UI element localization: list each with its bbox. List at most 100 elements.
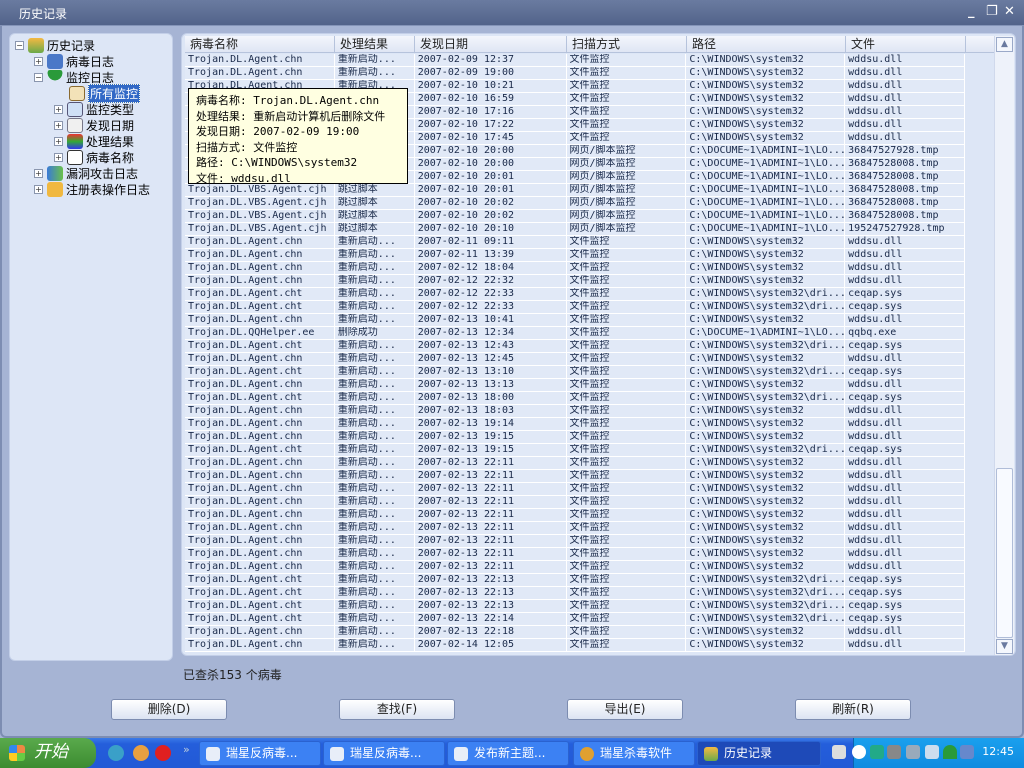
table-row[interactable]: Trojan.DL.Agent.cht 重新启动... 2007-02-13 22:…: [185, 574, 965, 587]
table-row[interactable]: Trojan.DL.Agent.cht 重新启动... 2007-02-13 12:…: [185, 340, 965, 353]
table-cell: Trojan.DL.Agent.chn: [185, 561, 335, 573]
task-ie-3[interactable]: 发布新主题...: [447, 741, 569, 766]
table-cell: 重新启动...: [335, 639, 415, 651]
tree-item-result[interactable]: + 处理结果: [54, 133, 134, 149]
network-disconnected-icon[interactable]: [887, 745, 901, 759]
tree-item-virus-name[interactable]: + 病毒名称: [54, 149, 134, 165]
keyboard-icon[interactable]: [832, 745, 846, 759]
table-row[interactable]: Trojan.DL.VBS.Agent.cjh跳过脚本2007-02-10 20…: [185, 210, 965, 223]
tree-item-registry-log[interactable]: + 注册表操作日志: [34, 181, 150, 197]
table-row[interactable]: Trojan.DL.VBS.Agent.cjh跳过脚本2007-02-10 20…: [185, 223, 965, 236]
scroll-up-icon[interactable]: ▲: [996, 37, 1013, 52]
table-row[interactable]: Trojan.DL.Agent.cht 重新启动... 2007-02-13 22:…: [185, 587, 965, 600]
start-button[interactable]: 开始: [0, 738, 96, 768]
tree-item-monitor-type[interactable]: + 监控类型: [54, 101, 134, 117]
expand-icon[interactable]: +: [54, 104, 63, 114]
vertical-scrollbar[interactable]: ▲ ▼: [994, 36, 1014, 655]
quicklaunch-app-icon[interactable]: [133, 745, 149, 761]
table-cell: 文件监控: [567, 119, 687, 131]
tree-item-virus-log[interactable]: + 病毒日志: [34, 53, 114, 69]
close-button[interactable]: ✕: [1004, 4, 1015, 19]
table-row[interactable]: Trojan.DL.QQHelper.ee 删除成功 2007-02-13 12:3…: [185, 327, 965, 340]
task-history[interactable]: 历史记录: [697, 741, 821, 766]
collapse-icon[interactable]: −: [34, 72, 43, 82]
table-cell: 文件监控: [567, 483, 687, 495]
scrollbar-thumb[interactable]: [996, 468, 1013, 638]
table-row[interactable]: Trojan.DL.Agent.cht 重新启动... 2007-02-12 22:…: [185, 288, 965, 301]
find-button[interactable]: 查找(F): [339, 699, 455, 720]
quicklaunch-more-icon[interactable]: »: [183, 743, 190, 756]
table-row[interactable]: Trojan.DL.Agent.chn 重新启动... 2007-02-12 18:…: [185, 262, 965, 275]
table-cell: 2007-02-09 19:00: [415, 67, 567, 79]
tray-expand-icon[interactable]: [852, 745, 866, 759]
tree-label: 漏洞攻击日志: [66, 166, 139, 181]
table-row[interactable]: Trojan.DL.Agent.cht 重新启动... 2007-02-13 13:…: [185, 366, 965, 379]
messenger-icon[interactable]: [925, 745, 939, 759]
table-row[interactable]: Trojan.DL.Agent.cht 重新启动... 2007-02-12 22:…: [185, 301, 965, 314]
collapse-icon[interactable]: −: [15, 40, 24, 50]
column-date[interactable]: 发现日期: [415, 36, 567, 52]
table-row[interactable]: Trojan.DL.Agent.chn 重新启动... 2007-02-13 19:…: [185, 431, 965, 444]
column-file[interactable]: 文件: [846, 36, 966, 52]
expand-icon[interactable]: +: [54, 136, 63, 146]
table-row[interactable]: Trojan.DL.Agent.chn 重新启动... 2007-02-13 22:…: [185, 483, 965, 496]
tree-item-all-monitor[interactable]: 所有监控: [69, 83, 141, 103]
table-row[interactable]: Trojan.DL.Agent.chn 重新启动... 2007-02-13 13:…: [185, 379, 965, 392]
camera-icon[interactable]: [870, 745, 884, 759]
restore-button[interactable]: ❐: [986, 4, 998, 19]
quicklaunch-flash-icon[interactable]: [155, 745, 171, 761]
table-row[interactable]: Trojan.DL.Agent.chn 重新启动... 2007-02-13 22:…: [185, 457, 965, 470]
column-virus-name[interactable]: 病毒名称: [185, 36, 335, 52]
tree-root[interactable]: − 历史记录: [15, 37, 95, 53]
table-row[interactable]: Trojan.DL.Agent.chn 重新启动... 2007-02-13 10:…: [185, 314, 965, 327]
table-row[interactable]: Trojan.DL.Agent.chn 重新启动... 2007-02-11 09:…: [185, 236, 965, 249]
table-cell: Trojan.DL.QQHelper.ee: [185, 327, 335, 339]
column-result[interactable]: 处理结果: [335, 36, 415, 52]
table-row[interactable]: Trojan.DL.Agent.chn 重新启动... 2007-02-13 22:…: [185, 535, 965, 548]
table-row[interactable]: Trojan.DL.Agent.chn 重新启动... 2007-02-13 22:…: [185, 626, 965, 639]
table-row[interactable]: Trojan.DL.VBS.Agent.cjh跳过脚本2007-02-10 20…: [185, 197, 965, 210]
tree-item-found-date[interactable]: + 发现日期: [54, 117, 134, 133]
quicklaunch-desktop-icon[interactable]: [108, 745, 124, 761]
table-row[interactable]: Trojan.DL.Agent.chn 重新启动... 2007-02-13 22:…: [185, 509, 965, 522]
table-row[interactable]: Trojan.DL.Agent.cht 重新启动... 2007-02-13 18:…: [185, 392, 965, 405]
table-row[interactable]: Trojan.DL.Agent.cht 重新启动... 2007-02-13 19:…: [185, 444, 965, 457]
export-button[interactable]: 导出(E): [567, 699, 683, 720]
table-row[interactable]: Trojan.DL.Agent.chn 重新启动... 2007-02-12 22:…: [185, 275, 965, 288]
table-row[interactable]: Trojan.DL.Agent.chn 重新启动... 2007-02-13 18:…: [185, 405, 965, 418]
scroll-down-icon[interactable]: ▼: [996, 639, 1013, 654]
table-row[interactable]: Trojan.DL.Agent.chn 重新启动... 2007-02-09 19:…: [185, 67, 965, 80]
column-scan-method[interactable]: 扫描方式: [567, 36, 687, 52]
refresh-button[interactable]: 刷新(R): [795, 699, 911, 720]
column-path[interactable]: 路径: [687, 36, 846, 52]
task-rising-antivirus[interactable]: 瑞星杀毒软件: [573, 741, 695, 766]
expand-icon[interactable]: +: [34, 184, 43, 194]
expand-icon[interactable]: +: [34, 56, 43, 66]
delete-button[interactable]: 删除(D): [111, 699, 227, 720]
table-cell: 2007-02-13 22:11: [415, 509, 567, 521]
tree-item-exploit-log[interactable]: + 漏洞攻击日志: [34, 165, 138, 181]
table-row[interactable]: Trojan.DL.Agent.chn 重新启动... 2007-02-13 22:…: [185, 561, 965, 574]
table-row[interactable]: Trojan.DL.Agent.chn 重新启动... 2007-02-13 22:…: [185, 496, 965, 509]
expand-icon[interactable]: +: [54, 152, 63, 162]
table-cell: 文件监控: [567, 639, 687, 651]
task-ie-1[interactable]: 瑞星反病毒...: [199, 741, 321, 766]
umbrella-icon[interactable]: [943, 745, 957, 759]
table-row[interactable]: Trojan.DL.Agent.chn 重新启动... 2007-02-11 13:…: [185, 249, 965, 262]
table-row[interactable]: Trojan.DL.Agent.chn 重新启动... 2007-02-13 22:…: [185, 522, 965, 535]
table-row[interactable]: Trojan.DL.Agent.chn 重新启动... 2007-02-13 19:…: [185, 418, 965, 431]
minimize-button[interactable]: _: [968, 4, 975, 19]
table-row[interactable]: Trojan.DL.Agent.cht 重新启动... 2007-02-13 22:…: [185, 600, 965, 613]
table-row[interactable]: Trojan.DL.Agent.chn 重新启动... 2007-02-14 12:…: [185, 639, 965, 652]
expand-icon[interactable]: +: [54, 120, 63, 130]
security-icon[interactable]: [906, 745, 920, 759]
table-row[interactable]: Trojan.DL.Agent.cht 重新启动... 2007-02-13 22:…: [185, 613, 965, 626]
table-row[interactable]: Trojan.DL.Agent.chn 重新启动... 2007-02-13 22:…: [185, 548, 965, 561]
task-ie-2[interactable]: 瑞星反病毒...: [323, 741, 445, 766]
table-row[interactable]: Trojan.DL.Agent.chn 重新启动... 2007-02-13 12:…: [185, 353, 965, 366]
expand-icon[interactable]: +: [34, 168, 43, 178]
antivirus-tray-icon[interactable]: [960, 745, 974, 759]
table-row[interactable]: Trojan.DL.Agent.chn 重新启动... 2007-02-09 12:…: [185, 54, 965, 67]
table-row[interactable]: Trojan.DL.Agent.chn 重新启动... 2007-02-13 22:…: [185, 470, 965, 483]
table-cell: Trojan.DL.Agent.chn: [185, 522, 335, 534]
